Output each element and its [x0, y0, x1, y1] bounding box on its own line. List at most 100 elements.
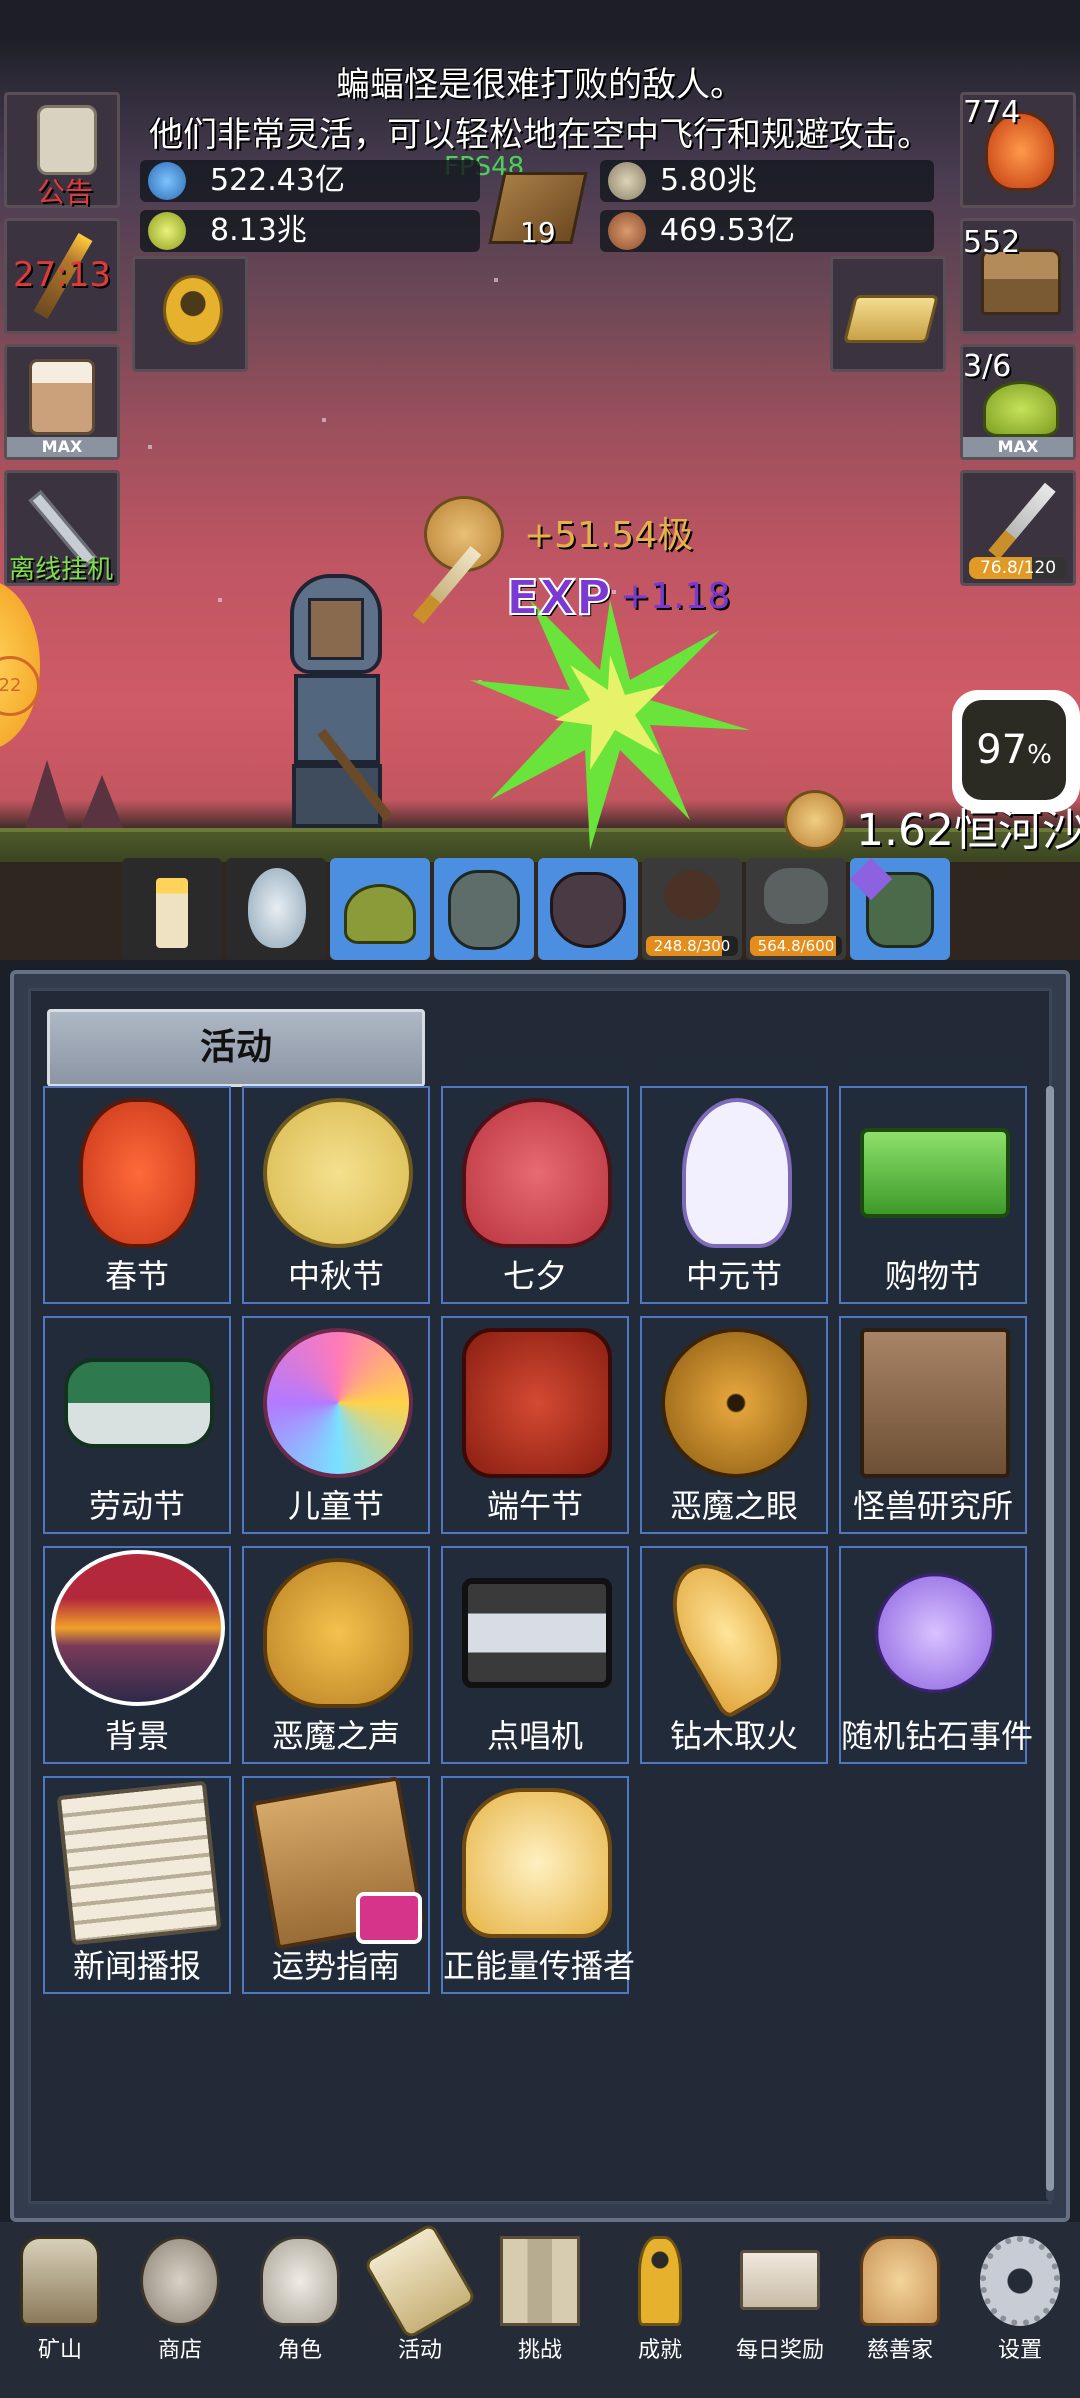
activity-item[interactable]: 背景	[43, 1546, 231, 1764]
lantern-icon	[79, 1098, 199, 1248]
key-button[interactable]	[132, 256, 248, 372]
activity-label: 钻木取火	[669, 1717, 798, 1755]
nav-item[interactable]: 成就	[600, 2232, 720, 2392]
activity-item[interactable]: 中元节	[640, 1086, 828, 1304]
activity-item[interactable]: 七夕	[441, 1086, 629, 1304]
spider-progress-bar: 248.8/300	[646, 936, 738, 956]
resource-value: 5.80兆	[660, 163, 757, 198]
mountain	[25, 760, 69, 830]
coin-stack-icon	[608, 162, 646, 200]
activity-label: 运势指南	[271, 1947, 400, 1985]
gold-bar-icon	[843, 295, 939, 343]
potion-button[interactable]: 774	[960, 92, 1076, 208]
activity-item[interactable]: 钻木取火	[640, 1545, 828, 1764]
monster-crystal[interactable]	[850, 858, 950, 960]
activity-label: 七夕	[502, 1257, 567, 1295]
tab-activities[interactable]: 活动	[47, 1009, 425, 1087]
activity-item[interactable]: 儿童节	[242, 1316, 430, 1534]
resource-meat: 469.53亿	[600, 210, 934, 252]
activity-label: 怪兽研究所	[852, 1487, 1013, 1525]
star	[218, 598, 222, 602]
monster-zombie[interactable]	[434, 858, 534, 960]
activity-label: 恶魔之眼	[669, 1487, 798, 1525]
scrollbar[interactable]	[1046, 1086, 1054, 2201]
activity-item[interactable]: 中秋节	[242, 1086, 430, 1304]
nav-item[interactable]: 每日奖励	[720, 2232, 840, 2392]
chest-button[interactable]: 552	[960, 218, 1076, 334]
gold-bar-button[interactable]	[830, 256, 946, 372]
cassette-icon	[462, 1578, 612, 1688]
activity-item[interactable]: 新闻播报	[43, 1776, 231, 1994]
activity-item[interactable]: 怪兽研究所	[839, 1316, 1027, 1534]
activity-item[interactable]: 购物节	[839, 1086, 1027, 1304]
resource-coins: 5.80兆	[600, 160, 934, 202]
gold-gain-text: +51.54极	[524, 515, 694, 556]
activity-item[interactable]: 恶魔之声	[242, 1546, 430, 1764]
activity-item[interactable]: 端午节	[441, 1316, 629, 1534]
resource-value: 469.53亿	[660, 213, 795, 248]
brush-icon	[64, 1358, 214, 1448]
notice-button[interactable]: 公告	[4, 92, 120, 209]
nav-item[interactable]: 活动	[360, 2222, 480, 2392]
sword-progress-text: 76.8/120	[979, 558, 1057, 578]
newspaper-icon	[56, 1780, 222, 1946]
torch-button[interactable]: 27:13	[4, 218, 120, 334]
activity-item[interactable]: 点唱机	[441, 1546, 629, 1764]
activity-label: 购物节	[884, 1257, 981, 1295]
monster-slime[interactable]	[330, 858, 430, 960]
monster-spider[interactable]: 248.8/300	[642, 858, 742, 960]
exp-label: EXP	[505, 569, 612, 627]
egg-slot[interactable]	[226, 858, 326, 960]
activity-item[interactable]: 随机钻石事件	[839, 1546, 1033, 1764]
bottom-nav: 矿山 商店 角色 活动 挑战 成就 每日奖励 慈善家 设置	[0, 2222, 1080, 2398]
activities-panel: 活动 春节 中秋节 七夕 中元节 购物节劳动节 儿童节 端午节 恶魔之眼 怪兽研究所背景 恶魔之声…	[10, 970, 1070, 2222]
mountain	[80, 775, 124, 830]
activity-item[interactable]: 春节	[43, 1086, 231, 1304]
activity-item[interactable]: 恶魔之眼	[640, 1316, 828, 1534]
nav-item[interactable]: 设置	[960, 2232, 1080, 2392]
star	[148, 445, 152, 449]
activity-item[interactable]: 运势指南	[242, 1776, 430, 1994]
activity-label: 恶魔之声	[271, 1717, 400, 1755]
nav-item[interactable]: 商店	[120, 2232, 240, 2392]
activity-item[interactable]: 劳动节	[43, 1316, 231, 1534]
monster-bat[interactable]	[538, 858, 638, 960]
activity-item[interactable]: 正能量传播者	[441, 1776, 635, 1994]
slime-button[interactable]: 3/6 MAX	[960, 344, 1076, 460]
sword-progress-bar: 76.8/120	[969, 557, 1067, 579]
monster-ghost[interactable]: 564.8/600	[746, 858, 846, 960]
exp-gain-text: +1.18	[620, 576, 731, 617]
bell-icon	[263, 1558, 413, 1708]
activity-label: 端午节	[486, 1487, 583, 1525]
activity-label: 中秋节	[287, 1257, 384, 1295]
nav-item[interactable]: 角色	[240, 2232, 360, 2392]
green-potion-icon	[148, 212, 186, 250]
offline-button[interactable]: 离线挂机	[4, 470, 120, 586]
scrollbar-thumb[interactable]	[1046, 1086, 1054, 2191]
lab-crate-icon	[860, 1328, 1010, 1478]
chest-count: 552	[963, 225, 1021, 260]
sword-button[interactable]: 76.8/120	[960, 470, 1076, 586]
slime-count: 3/6	[963, 349, 1012, 384]
map-icon	[500, 2236, 580, 2326]
lollipop-icon	[263, 1328, 413, 1478]
nav-item[interactable]: 挑战	[480, 2232, 600, 2392]
nav-item[interactable]: 慈善家	[840, 2232, 960, 2392]
book-count: 19	[520, 216, 556, 249]
side-timer-value: 22	[0, 675, 22, 696]
sunset-icon	[51, 1550, 225, 1706]
resource-value: 8.13兆	[210, 213, 307, 248]
beer-mug-icon	[29, 359, 95, 435]
nav-item[interactable]: 矿山	[0, 2232, 120, 2392]
potion-count: 774	[963, 95, 1021, 130]
nav-label: 每日奖励	[735, 2338, 824, 2363]
fossil-icon	[140, 2236, 220, 2326]
egg-icon	[248, 868, 306, 948]
candle-slot[interactable]	[122, 858, 222, 960]
progress-badge-inner: 97%	[962, 700, 1066, 800]
drink-button[interactable]: MAX	[4, 344, 120, 460]
book-button[interactable]: 19	[488, 168, 590, 256]
progress-percent-unit: %	[1027, 740, 1052, 770]
progress-badge[interactable]: 97%	[952, 690, 1080, 812]
resource-green-potion: 8.13兆	[140, 210, 480, 252]
